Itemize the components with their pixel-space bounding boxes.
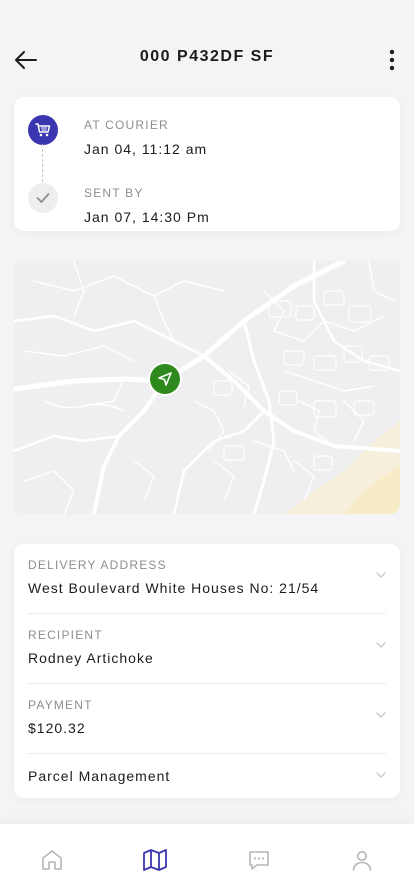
timeline-item-sent-by: SENT BY Jan 07, 14:30 Pm — [28, 183, 210, 225]
nav-profile[interactable] — [332, 830, 392, 890]
delivery-address-row[interactable]: DELIVERY ADDRESS West Boulevard White Ho… — [28, 544, 386, 614]
chevron-down-icon — [376, 642, 386, 648]
row-label: DELIVERY ADDRESS — [28, 558, 167, 572]
timeline-connector — [42, 144, 43, 182]
timeline-label: AT COURIER — [84, 118, 169, 132]
page-title: 000 P432DF SF — [139, 48, 275, 65]
nav-map[interactable] — [125, 830, 185, 890]
row-value: West Boulevard White Houses No: 21/54 — [28, 580, 320, 596]
nav-home[interactable] — [22, 830, 82, 890]
payment-row[interactable]: PAYMENT $120.32 — [28, 684, 386, 754]
row-value: Parcel Management — [28, 768, 171, 784]
check-icon — [36, 193, 50, 203]
row-label: RECIPIENT — [28, 628, 103, 642]
cart-icon — [35, 123, 51, 137]
home-icon — [41, 850, 62, 870]
timeline-date: Jan 07, 14:30 Pm — [84, 209, 210, 225]
profile-icon — [352, 851, 372, 871]
chevron-down-icon — [376, 572, 386, 578]
shipment-details-card: DELIVERY ADDRESS West Boulevard White Ho… — [14, 544, 400, 798]
map-icon — [143, 849, 168, 871]
chevron-down-icon — [376, 712, 386, 718]
nav-messages[interactable] — [229, 830, 289, 890]
timeline-status-indicator — [28, 183, 58, 213]
map-location-pin[interactable] — [150, 364, 180, 394]
map-view[interactable] — [14, 261, 400, 514]
row-value: Rodney Artichoke — [28, 650, 154, 666]
parcel-management-row[interactable]: Parcel Management — [28, 752, 386, 798]
app-header: 000 P432DF SF — [0, 0, 414, 100]
chevron-down-icon — [376, 772, 386, 778]
row-value: $120.32 — [28, 720, 86, 736]
timeline-item-at-courier: AT COURIER Jan 04, 11:12 am — [28, 115, 207, 157]
navigation-arrow-icon — [158, 372, 172, 386]
row-label: PAYMENT — [28, 698, 93, 712]
timeline-status-indicator — [28, 115, 58, 145]
tracking-timeline-card: AT COURIER Jan 04, 11:12 am SENT BY Jan … — [14, 97, 400, 231]
chat-icon — [248, 851, 269, 870]
recipient-row[interactable]: RECIPIENT Rodney Artichoke — [28, 614, 386, 684]
map-streets — [14, 261, 400, 514]
bottom-navigation — [0, 824, 414, 896]
timeline-date: Jan 04, 11:12 am — [84, 141, 208, 157]
timeline-label: SENT BY — [84, 186, 144, 200]
